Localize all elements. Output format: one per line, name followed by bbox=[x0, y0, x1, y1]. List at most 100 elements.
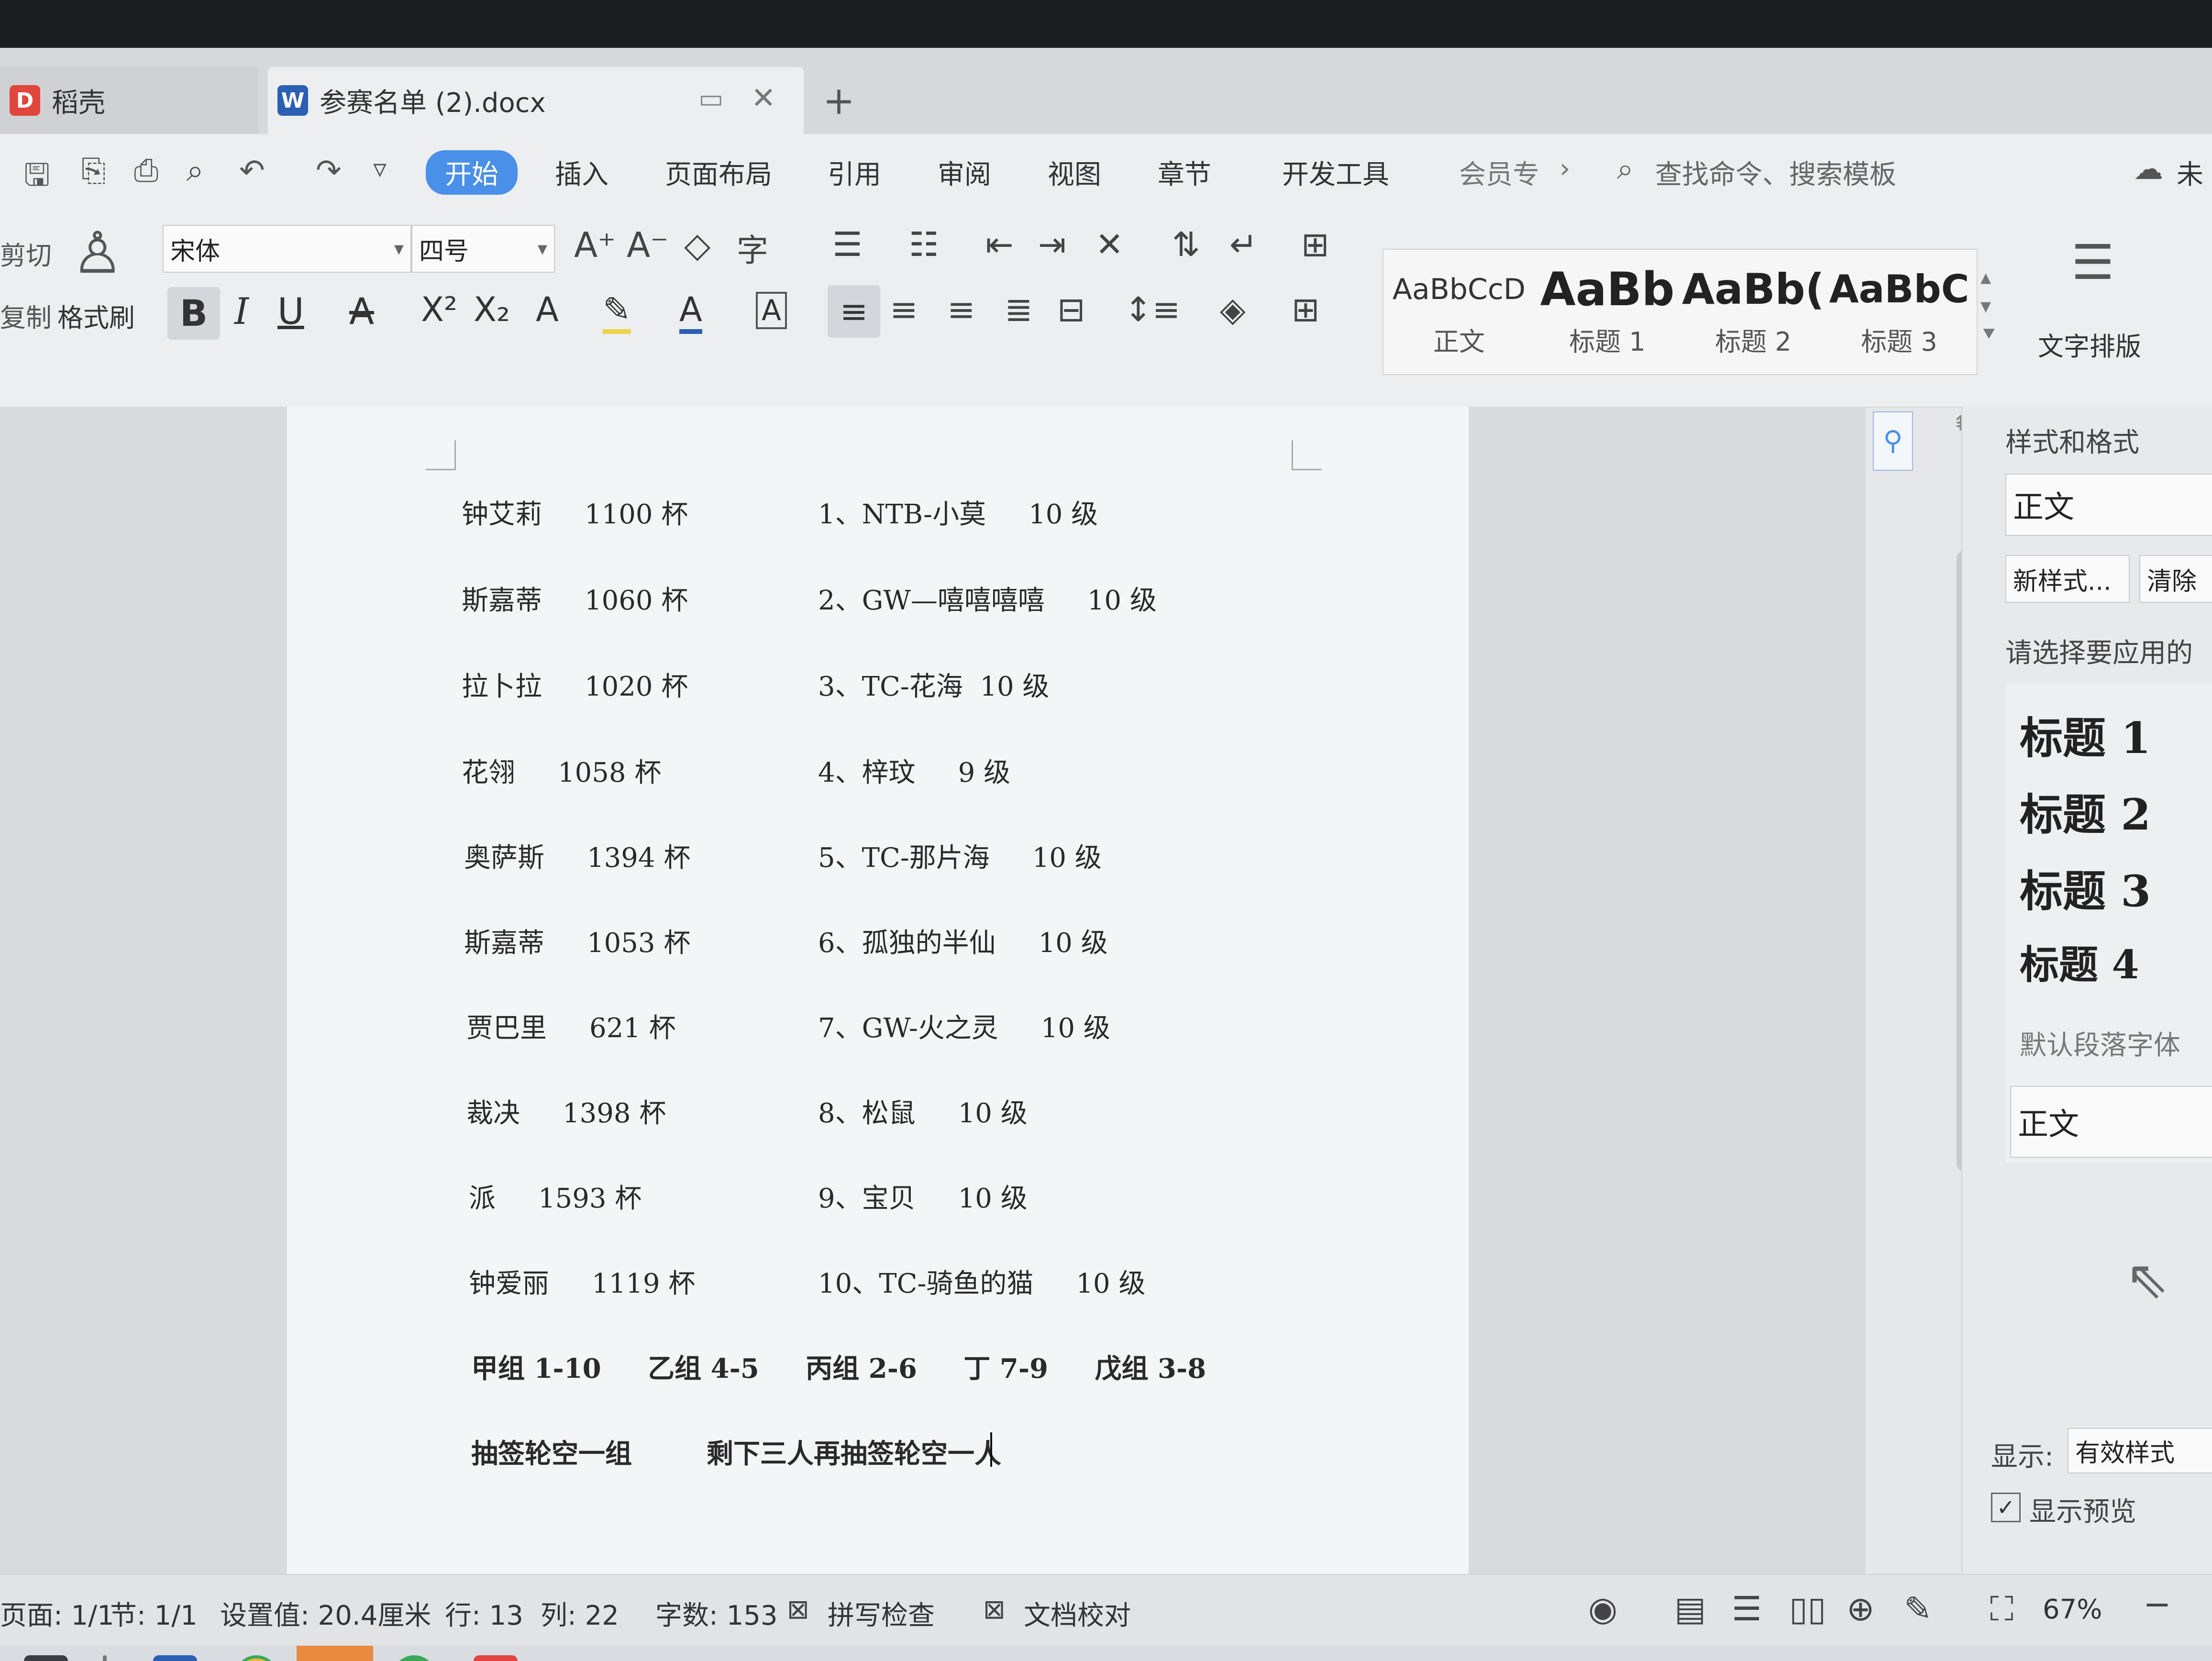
show-preview-checkbox[interactable]: ✓ bbox=[1991, 1493, 2021, 1522]
zoom-out-icon[interactable]: − bbox=[2143, 1584, 2171, 1624]
justify-icon[interactable]: ≣ bbox=[1005, 290, 1033, 329]
pen-icon[interactable]: ✎ bbox=[1904, 1589, 1932, 1628]
style-list-body[interactable]: 正文 bbox=[2010, 1086, 2212, 1158]
copy-button[interactable]: 复制 bbox=[0, 297, 52, 334]
print-icon[interactable]: ⎙ bbox=[134, 153, 158, 188]
distributed-icon[interactable]: ⊟ bbox=[1057, 290, 1085, 329]
clear-format-icon[interactable]: ◇ bbox=[684, 225, 710, 265]
zoom-level[interactable]: 67% bbox=[2043, 1594, 2102, 1625]
redo-icon[interactable]: ↷ bbox=[316, 153, 342, 188]
app-icon[interactable] bbox=[392, 1655, 436, 1661]
menu-insert[interactable]: 插入 bbox=[555, 153, 608, 192]
subscript-icon[interactable]: X₂ bbox=[474, 290, 510, 329]
start-menu-icon[interactable] bbox=[24, 1655, 68, 1661]
style-list-heading-1[interactable]: 标题 1 bbox=[2020, 703, 2151, 765]
clear-format-button[interactable]: 清除 bbox=[2139, 555, 2212, 603]
increase-indent-icon[interactable]: ⇥ bbox=[1038, 225, 1066, 264]
outline-view-icon[interactable]: ☰ bbox=[1732, 1589, 1762, 1628]
wps-app-icon[interactable] bbox=[474, 1655, 518, 1661]
menu-references[interactable]: 引用 bbox=[828, 153, 881, 192]
shading-icon[interactable]: ◈ bbox=[1220, 290, 1246, 329]
pin-icon[interactable]: ▭ bbox=[698, 83, 724, 114]
cut-button[interactable]: 剪切 bbox=[0, 234, 52, 272]
spellcheck-button[interactable]: 拼写检查 bbox=[828, 1594, 935, 1633]
export-icon[interactable]: ⎘ bbox=[81, 153, 106, 188]
customize-dropdown-icon[interactable]: ▿ bbox=[373, 153, 387, 184]
web-view-icon[interactable]: ⊕ bbox=[1847, 1589, 1875, 1628]
menu-developer[interactable]: 开发工具 bbox=[1282, 153, 1389, 192]
command-search-input[interactable]: 查找命令、搜索模板 bbox=[1655, 153, 1896, 192]
document-page[interactable]: 钟艾莉 1100 杯 1、NTB-小莫 10 级 斯嘉蒂 1060 杯 2、GW… bbox=[287, 407, 1469, 1574]
line-spacing-icon[interactable]: ↕≡ bbox=[1124, 290, 1180, 329]
undo-icon[interactable]: ↶ bbox=[239, 153, 265, 188]
print-preview-icon[interactable]: ⌕ bbox=[187, 153, 204, 188]
borders-icon[interactable]: ⊞ bbox=[1292, 290, 1320, 329]
current-style-box[interactable]: 正文 bbox=[2005, 474, 2212, 536]
menu-member[interactable]: 会员专 bbox=[1459, 153, 1539, 192]
style-heading-1[interactable]: AaBb 标题 1 bbox=[1536, 258, 1679, 368]
browser-app-icon[interactable] bbox=[297, 1646, 373, 1661]
menu-page-layout[interactable]: 页面布局 bbox=[665, 153, 772, 192]
reading-view-icon[interactable]: ▯▯ bbox=[1789, 1589, 1826, 1628]
pinyin-icon[interactable]: 字 bbox=[737, 225, 768, 271]
italic-icon[interactable]: I bbox=[234, 290, 249, 332]
format-painter-button[interactable]: 格式刷 bbox=[57, 297, 135, 334]
style-list-heading-4[interactable]: 标题 4 bbox=[2020, 933, 2139, 990]
align-center-icon[interactable]: ≡ bbox=[890, 290, 918, 329]
bullet-list-icon[interactable]: ☰ bbox=[832, 225, 863, 264]
proofread-button[interactable]: 文档校对 bbox=[1024, 1594, 1131, 1633]
style-heading-3[interactable]: AaBbC 标题 3 bbox=[1827, 258, 1971, 368]
bold-icon[interactable]: B bbox=[167, 287, 220, 340]
align-right-icon[interactable]: ≡ bbox=[947, 290, 975, 329]
cloud-icon[interactable]: ☁ bbox=[2134, 151, 2163, 186]
chrome-icon[interactable] bbox=[234, 1655, 278, 1661]
tab-stops-icon[interactable]: ⊞ bbox=[1301, 225, 1329, 264]
eye-protection-icon[interactable]: ◉ bbox=[1588, 1589, 1617, 1628]
style-list-heading-3[interactable]: 标题 3 bbox=[2020, 856, 2151, 919]
new-tab-button[interactable]: + bbox=[823, 67, 855, 134]
style-heading-2[interactable]: AaBb( 标题 2 bbox=[1681, 258, 1825, 368]
menu-review[interactable]: 审阅 bbox=[938, 153, 991, 192]
chinese-layout-icon[interactable]: ✕ bbox=[1095, 225, 1124, 264]
decrease-indent-icon[interactable]: ⇤ bbox=[985, 225, 1014, 264]
close-tab-icon[interactable]: ✕ bbox=[751, 80, 776, 115]
page-view-icon[interactable]: ▤ bbox=[1674, 1589, 1706, 1628]
numbered-list-icon[interactable]: ☷ bbox=[909, 225, 939, 264]
menu-view[interactable]: 视图 bbox=[1048, 153, 1101, 192]
text-layout-button[interactable]: 文字排版 bbox=[2038, 325, 2141, 363]
underline-icon[interactable]: U bbox=[277, 290, 304, 332]
highlight-icon[interactable]: ✎ bbox=[603, 290, 631, 334]
shrink-font-icon[interactable]: A⁻ bbox=[627, 225, 668, 265]
style-gallery-scroll-icon[interactable]: ▴ ▾ ⯆ bbox=[1980, 263, 1997, 349]
grow-font-icon[interactable]: A⁺ bbox=[574, 225, 616, 265]
sort-icon[interactable]: ⇅ bbox=[1172, 225, 1200, 264]
status-words[interactable]: 字数: 153 bbox=[655, 1594, 778, 1633]
menu-chapter[interactable]: 章节 bbox=[1158, 153, 1211, 192]
align-left-icon[interactable]: ≡ bbox=[828, 285, 880, 338]
style-list-heading-2[interactable]: 标题 2 bbox=[2020, 780, 2151, 842]
style-list-default-font[interactable]: 默认段落字体 bbox=[2020, 1024, 2180, 1063]
strikethrough-icon[interactable]: A bbox=[349, 290, 374, 332]
status-page[interactable]: 页面: 1/1 bbox=[0, 1594, 114, 1633]
menu-start[interactable]: 开始 bbox=[426, 150, 518, 195]
save-icon[interactable]: 🖫 bbox=[24, 153, 50, 205]
show-filter-select[interactable]: 有效样式 bbox=[2068, 1428, 2212, 1473]
fit-page-icon[interactable]: ⛶ bbox=[1990, 1589, 2013, 1629]
tab-daoke[interactable]: D 稻壳 bbox=[0, 67, 258, 134]
status-setting[interactable]: 设置值: 20.4厘米 bbox=[220, 1594, 431, 1633]
tab-document[interactable]: W 参赛名单 (2).docx ▭ ✕ bbox=[268, 67, 804, 134]
text-effect-icon[interactable]: A bbox=[536, 290, 559, 329]
font-name-select[interactable]: 宋体 ▾ bbox=[163, 225, 411, 273]
font-color-icon[interactable]: A bbox=[679, 290, 702, 334]
font-size-select[interactable]: 四号 ▾ bbox=[411, 225, 555, 273]
menu-more-icon[interactable]: › bbox=[1559, 153, 1570, 184]
location-pin-icon[interactable]: ⚲ bbox=[1873, 411, 1913, 471]
style-normal[interactable]: AaBbCcD 正文 bbox=[1387, 258, 1531, 368]
format-painter-icon[interactable]: ♙ bbox=[72, 220, 123, 287]
superscript-icon[interactable]: X² bbox=[421, 290, 457, 329]
word-app-icon[interactable] bbox=[153, 1655, 197, 1661]
show-marks-icon[interactable]: ↵ bbox=[1229, 225, 1258, 264]
char-border-icon[interactable]: A bbox=[756, 292, 787, 329]
new-style-button[interactable]: 新样式... bbox=[2005, 555, 2130, 603]
text-layout-icon[interactable]: ☰ bbox=[2071, 234, 2114, 290]
